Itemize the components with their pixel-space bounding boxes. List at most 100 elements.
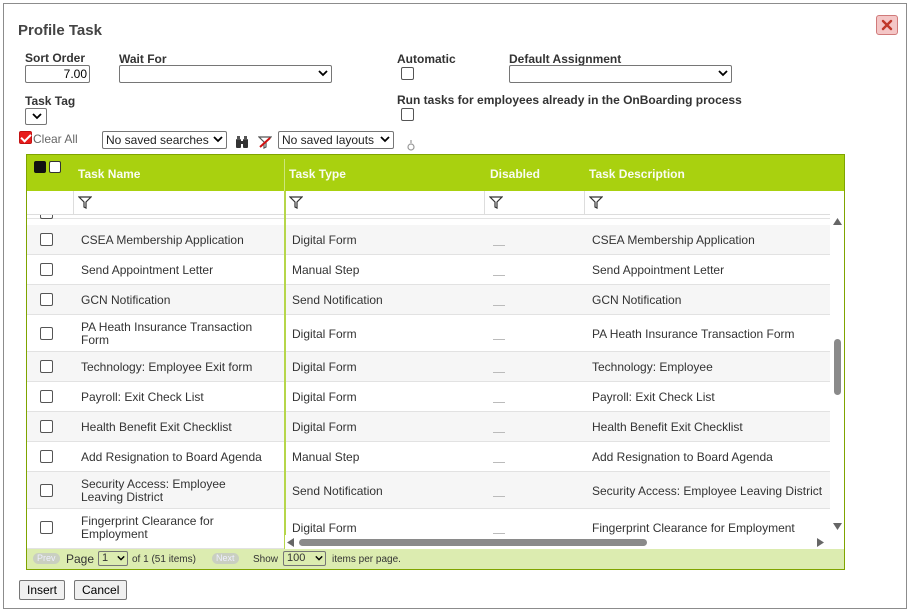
task-type-cell: Send Notification [292,484,383,498]
vertical-scroll-thumb[interactable] [834,339,841,395]
task-type-cell: Manual Step [292,450,360,464]
filter-cell [74,191,285,214]
pager: Prev Page 1 of 1 (51 items) Next Show 10… [27,549,844,569]
default-assignment-label: Default Assignment [509,52,622,66]
items-per-page-select[interactable]: 100 [283,551,326,566]
layout-settings-icon[interactable] [405,139,417,151]
prev-page-button[interactable]: Prev [33,553,60,564]
show-label: Show [253,554,279,565]
next-page-button[interactable]: Next [212,553,239,564]
table-row[interactable] [27,215,830,219]
horizontal-scrollbar[interactable] [285,535,830,549]
disabled-cell [493,372,505,373]
filter-row [27,191,830,215]
task-name-cell: GCN Notification [81,293,171,307]
row-checkbox[interactable] [40,360,53,373]
table-row[interactable]: PA Heath Insurance Transaction Form Digi… [27,315,830,352]
disabled-cell [493,275,505,276]
run-tasks-checkbox[interactable] [401,108,414,121]
column-header-task-type[interactable]: Task Type [289,167,346,181]
default-assignment-select[interactable] [509,65,732,83]
insert-button[interactable]: Insert [19,580,66,600]
column-header-disabled[interactable]: Disabled [490,167,540,181]
table-row[interactable]: Add Resignation to Board Agenda Manual S… [27,442,830,472]
disabled-cell [493,305,505,306]
table-row[interactable]: Technology: Employee Exit form Digital F… [27,352,830,382]
filter-icon[interactable] [489,196,503,209]
clear-filter-icon[interactable] [258,136,272,149]
scroll-up-icon[interactable] [833,218,842,225]
disabled-cell [493,496,505,497]
table-row[interactable]: CSEA Membership Application Digital Form… [27,225,830,255]
scroll-down-icon[interactable] [833,523,842,530]
task-description-cell: CSEA Membership Application [592,233,755,247]
filter-cell [285,191,485,214]
column-header-task-name[interactable]: Task Name [78,167,140,181]
saved-searches-select[interactable]: No saved searches [102,131,227,149]
row-checkbox[interactable] [40,521,53,534]
disabled-cell [493,432,505,433]
task-description-cell: PA Heath Insurance Transaction Form [592,327,795,341]
task-name-cell: PA Heath Insurance Transaction Form [81,320,253,347]
filter-icon[interactable] [289,196,303,209]
binoculars-icon[interactable] [235,136,249,149]
task-name-cell: Add Resignation to Board Agenda [81,450,262,464]
task-name-cell: Health Benefit Exit Checklist [81,420,232,434]
automatic-checkbox[interactable] [401,67,414,80]
row-checkbox[interactable] [40,327,53,340]
scroll-left-icon[interactable] [287,538,294,547]
task-tag-select[interactable] [25,108,47,125]
chevron-down-icon [380,136,390,143]
row-checkbox[interactable] [40,450,53,463]
cancel-button[interactable]: Cancel [74,580,128,600]
row-checkbox[interactable] [40,293,53,306]
disabled-cell [493,339,505,340]
task-description-cell: Send Appointment Letter [592,263,725,277]
task-type-cell: Manual Step [292,263,360,277]
filter-cell [27,191,74,214]
wait-for-select[interactable] [119,65,332,83]
table-row[interactable]: Security Access: Employee Leaving Distri… [27,472,830,509]
table-row[interactable]: Health Benefit Exit Checklist Digital Fo… [27,412,830,442]
row-checkbox[interactable] [40,390,53,403]
task-name-cell: Fingerprint Clearance for Employment [81,514,214,541]
chevron-down-icon [213,136,223,143]
task-type-cell: Digital Form [292,327,357,341]
filter-icon[interactable] [78,196,92,209]
clear-all-checkbox[interactable] [19,131,32,144]
chevron-down-icon [318,70,328,77]
task-type-cell: Send Notification [292,293,383,307]
grid-header: Task Name Task Type Disabled Task Descri… [27,155,844,191]
disabled-cell [493,462,505,463]
table-row[interactable]: Payroll: Exit Check List Digital Form Pa… [27,382,830,412]
row-checkbox[interactable] [40,484,53,497]
page-label: Page [66,552,95,566]
row-checkbox[interactable] [40,420,53,433]
automatic-label: Automatic [397,52,456,66]
filter-icon[interactable] [589,196,603,209]
row-checkbox[interactable] [40,233,53,246]
task-type-cell: Digital Form [292,521,357,535]
page-select[interactable]: 1 [98,551,128,566]
row-checkbox[interactable] [40,215,53,219]
column-header-task-description[interactable]: Task Description [589,167,685,181]
task-grid: Task Name Task Type Disabled Task Descri… [26,154,845,570]
saved-layouts-select[interactable]: No saved layouts [278,131,394,149]
disabled-cell [493,533,505,534]
close-button[interactable] [876,15,898,35]
select-all-checkbox[interactable] [34,161,46,173]
row-checkbox[interactable] [40,263,53,276]
deselect-all-checkbox[interactable] [49,161,61,173]
table-row[interactable]: GCN Notification Send Notification GCN N… [27,285,830,315]
horizontal-scroll-thumb[interactable] [299,539,647,546]
table-row[interactable]: Send Appointment Letter Manual Step Send… [27,255,830,285]
task-name-cell: CSEA Membership Application [81,233,244,247]
task-description-cell: Add Resignation to Board Agenda [592,450,773,464]
sort-order-input[interactable] [25,65,90,83]
scroll-right-icon[interactable] [817,538,824,547]
vertical-scrollbar[interactable] [830,215,844,549]
items-per-page-label: items per page. [332,554,401,565]
clear-all-link[interactable]: Clear All [33,132,78,146]
task-description-cell: Security Access: Employee Leaving Distri… [592,484,823,498]
frozen-column-divider [284,191,286,549]
